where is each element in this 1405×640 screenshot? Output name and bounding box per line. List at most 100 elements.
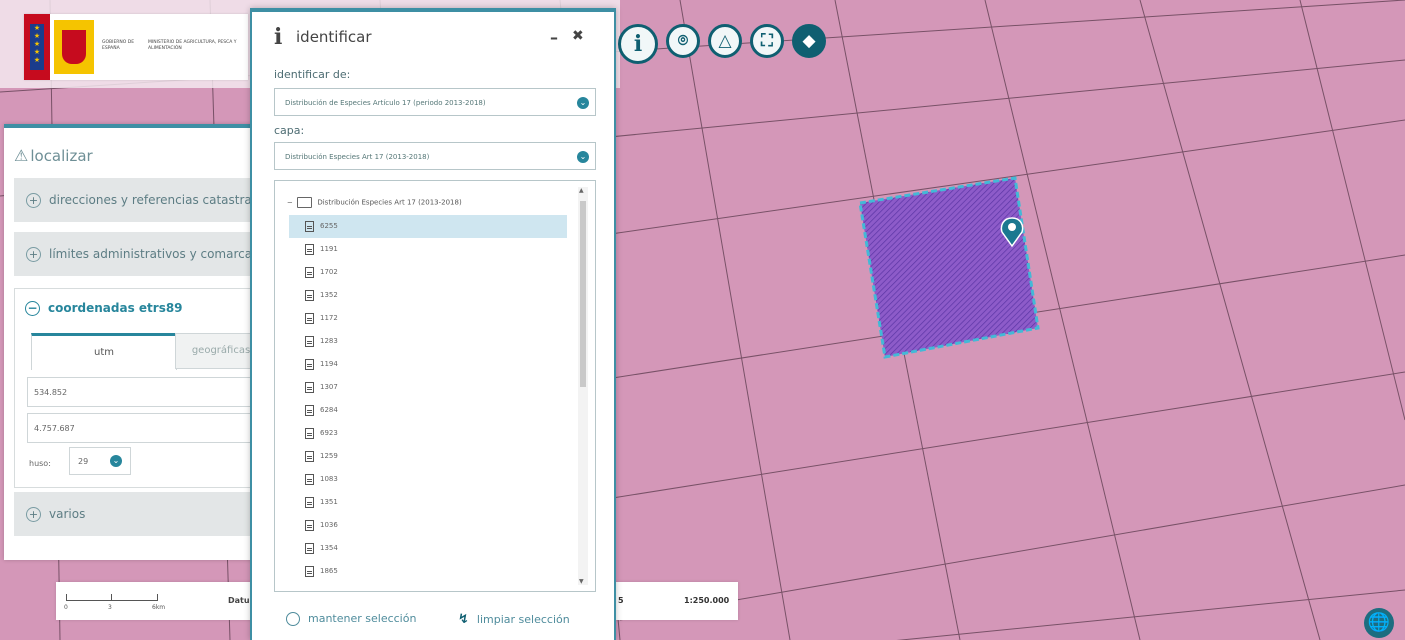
section-direcciones[interactable]: + direcciones y referencias catastrales (14, 178, 254, 222)
scroll-down-icon[interactable]: ▼ (579, 578, 584, 585)
clear-selection-icon: ↯ (458, 612, 469, 627)
government-logo: ★ ★ ★ ★ ★ GOBIERNO DE ESPAÑA MINISTERIO DE A… (24, 14, 248, 80)
document-icon (305, 358, 314, 370)
document-icon (305, 381, 314, 393)
minimize-button[interactable]: – (550, 28, 558, 47)
tree-item-label: 1083 (320, 475, 338, 483)
section-label: coordenadas etrs89 (48, 301, 183, 315)
tree-item[interactable]: 1283 (289, 330, 569, 353)
tree-item[interactable]: 6923 (289, 422, 569, 445)
tree-item-label: 6284 (320, 406, 338, 414)
tree-item-label: 1036 (320, 521, 338, 529)
tab-utm[interactable]: utm (31, 333, 177, 370)
map-toolbar: i ⌾ △ ⛶ ◆ (618, 24, 826, 66)
measure-icon[interactable]: △ (708, 24, 742, 58)
scroll-thumb[interactable] (580, 201, 586, 387)
scale-label: 6km (152, 604, 166, 611)
localizar-panel: ⚠ localizar + direcciones y referencias ca… (4, 124, 254, 560)
expand-icon: + (26, 193, 41, 208)
tree-item[interactable]: 1354 (289, 537, 569, 560)
dialog-title: identificar (296, 28, 372, 46)
radio-icon[interactable] (286, 612, 300, 626)
section-label: direcciones y referencias catastrales (49, 193, 254, 207)
tree-item[interactable]: 1259 (289, 445, 569, 468)
tree-item[interactable]: 1352 (289, 284, 569, 307)
collapse-icon: − (25, 301, 40, 316)
selected-grid-cell (858, 176, 1040, 359)
gov-text: GOBIERNO DE ESPAÑA (102, 40, 135, 51)
tab-geograficas[interactable]: geográficas (175, 333, 254, 369)
huso-value: 29 (78, 457, 89, 466)
info-icon: i (274, 24, 283, 50)
tree-item-label: 1702 (320, 268, 338, 276)
huso-select[interactable]: 29 ⌄ (69, 447, 131, 475)
localizar-title-text: localizar (30, 147, 93, 165)
scale-short: 5 (618, 596, 624, 605)
locate-icon[interactable]: ⌾ (666, 24, 700, 58)
capa-select[interactable]: Distribución Especies Art 17 (2013-2018)… (274, 142, 596, 170)
document-icon (305, 565, 314, 577)
document-icon (305, 519, 314, 531)
close-button[interactable]: ✖ (572, 28, 584, 44)
keep-selection-label: mantener selección (308, 612, 417, 625)
document-icon (305, 496, 314, 508)
tree-item[interactable]: 1307 (289, 376, 569, 399)
tree-item[interactable]: 1351 (289, 491, 569, 514)
collapse-icon[interactable]: − (287, 199, 293, 207)
document-icon (305, 542, 314, 554)
globe-icon[interactable]: 🌐 (1364, 608, 1394, 638)
chevron-down-icon: ⌄ (577, 97, 589, 109)
document-icon (305, 335, 314, 347)
tree-scrollbar[interactable]: ▲ ▼ (578, 187, 588, 585)
tree-item[interactable]: 1194 (289, 353, 569, 376)
huso-label: huso: (29, 459, 51, 468)
scroll-up-icon[interactable]: ▲ (579, 187, 584, 194)
eu-flag-icon: ★ ★ ★ ★ ★ (24, 14, 50, 80)
y-coordinate-input[interactable]: 4.757.687 (27, 413, 254, 443)
tree-root-label: Distribución Especies Art 17 (2013-2018) (317, 198, 462, 207)
section-limites[interactable]: + límites administrativos y comarcas (14, 232, 254, 276)
tree-item[interactable]: 1172 (289, 307, 569, 330)
tree-list: 6255 1191 1702 1352 1172 1283 1194 1307 6284 6923… (289, 215, 569, 583)
coat-of-arms-icon (54, 20, 94, 74)
scale-label: 3 (108, 604, 112, 611)
results-tree: − Distribución Especies Art 17 (2013-201… (274, 180, 596, 592)
capa-value: Distribución Especies Art 17 (2013-2018) (285, 153, 430, 161)
dialog-header[interactable]: i identificar – ✖ (252, 12, 614, 54)
section-coordenadas-header[interactable]: − coordenadas etrs89 (15, 289, 183, 327)
tree-item[interactable]: 6284 (289, 399, 569, 422)
section-label: límites administrativos y comarcas (49, 247, 254, 261)
tree-item[interactable]: 1036 (289, 514, 569, 537)
clear-selection-button[interactable]: ↯ limpiar selección (458, 612, 570, 627)
tree-root[interactable]: − Distribución Especies Art 17 (2013-201… (287, 197, 462, 208)
info-icon[interactable]: i (618, 24, 658, 64)
tree-item[interactable]: 6255 (289, 215, 567, 238)
identify-from-select[interactable]: Distribución de Especies Artículo 17 (pe… (274, 88, 596, 116)
tree-item-label: 1307 (320, 383, 338, 391)
map-grid-line (679, 0, 791, 640)
tree-item[interactable]: 1702 (289, 261, 569, 284)
document-icon (305, 220, 314, 232)
expand-icon: + (26, 247, 41, 262)
folder-icon (297, 197, 313, 208)
document-icon (305, 404, 314, 416)
section-label: varios (49, 507, 86, 521)
section-varios[interactable]: + varios (14, 492, 254, 536)
warning-icon: ⚠ (14, 146, 29, 165)
expand-icon: + (26, 507, 41, 522)
keep-selection-option[interactable]: mantener selección (286, 612, 416, 626)
x-coordinate-input[interactable]: 534.852 (27, 377, 254, 407)
tree-item-label: 1191 (320, 245, 338, 253)
tree-item[interactable]: 1083 (289, 468, 569, 491)
layers-icon[interactable]: ◆ (792, 24, 826, 58)
chevron-down-icon: ⌄ (577, 151, 589, 163)
chevron-down-icon: ⌄ (110, 455, 122, 467)
identificar-dialog: i identificar – ✖ identificar de: Distri… (250, 8, 616, 640)
coord-tabs: utm geográficas (31, 333, 254, 370)
tree-item[interactable]: 1191 (289, 238, 569, 261)
map-tools-icon[interactable]: ⛶ (750, 24, 784, 58)
tree-item[interactable]: 1865 (289, 560, 569, 583)
dialog-footer: mantener selección ↯ limpiar selección (252, 600, 614, 640)
tree-item-label: 6923 (320, 429, 338, 437)
document-icon (305, 289, 314, 301)
